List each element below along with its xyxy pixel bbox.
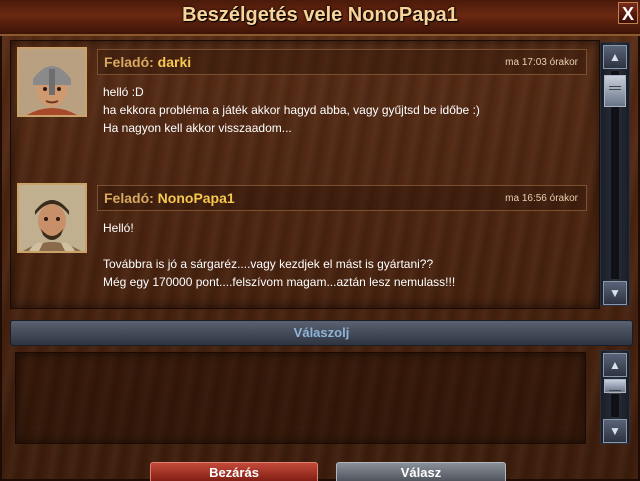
soldier-helmet-icon [19,49,85,115]
reply-header: Válaszolj [10,320,633,346]
sender-name[interactable]: darki [158,54,191,70]
message-time: ma 17:03 órakor [505,57,578,68]
sender-name[interactable]: NonoPapa1 [158,190,235,206]
avatar [17,47,87,117]
title-bar: Beszélgetés vele NonoPapa1 X [0,0,640,36]
from-label: Feladó: [104,190,154,206]
reply-input[interactable] [15,352,586,444]
message-header: Feladó: darki ma 17:03 órakor [97,49,587,75]
scroll-up-icon[interactable]: ▲ [603,45,627,69]
messages-scrollbar[interactable]: ▲ ▼ [600,42,630,306]
conversation-window: Beszélgetés vele NonoPapa1 X Feladó: dar… [0,0,640,481]
from-label: Feladó: [104,54,154,70]
close-button[interactable]: Bezárás [150,462,318,481]
message-line: Ha nagyon kell akkor visszaadom... [103,121,292,135]
message-time: ma 16:56 órakor [505,193,578,204]
avatar [17,183,87,253]
message-line: ha ekkora probléma a játék akkor hagyd a… [103,103,480,117]
reply-button[interactable]: Válasz [336,462,506,481]
message-header: Feladó: NonoPapa1 ma 16:56 órakor [97,185,587,211]
message-line: Továbbra is jó a sárgaréz....vagy kezdje… [103,257,434,271]
message-list: Feladó: darki ma 17:03 órakor helló :D h… [10,40,600,309]
window-title: Beszélgetés vele NonoPapa1 [182,4,458,26]
reply-scrollbar[interactable]: ▲ ▼ [600,350,630,444]
close-window-button[interactable]: X [618,2,638,24]
scroll-thumb[interactable] [604,75,626,107]
scroll-down-icon[interactable]: ▼ [603,419,627,443]
bearded-nobleman-icon [19,185,85,251]
message-item: Feladó: darki ma 17:03 órakor helló :D h… [17,47,597,177]
message-item: Feladó: NonoPapa1 ma 16:56 órakor Helló!… [17,183,597,303]
scroll-up-icon[interactable]: ▲ [603,353,627,377]
message-line: Helló! [103,221,134,235]
from-line: Feladó: darki [104,54,191,70]
from-line: Feladó: NonoPapa1 [104,190,235,206]
scroll-thumb[interactable] [604,379,626,394]
scroll-down-icon[interactable]: ▼ [603,281,627,305]
message-line: helló :D [103,85,144,99]
message-line: Még egy 170000 pont....felszívom magam..… [103,275,456,289]
